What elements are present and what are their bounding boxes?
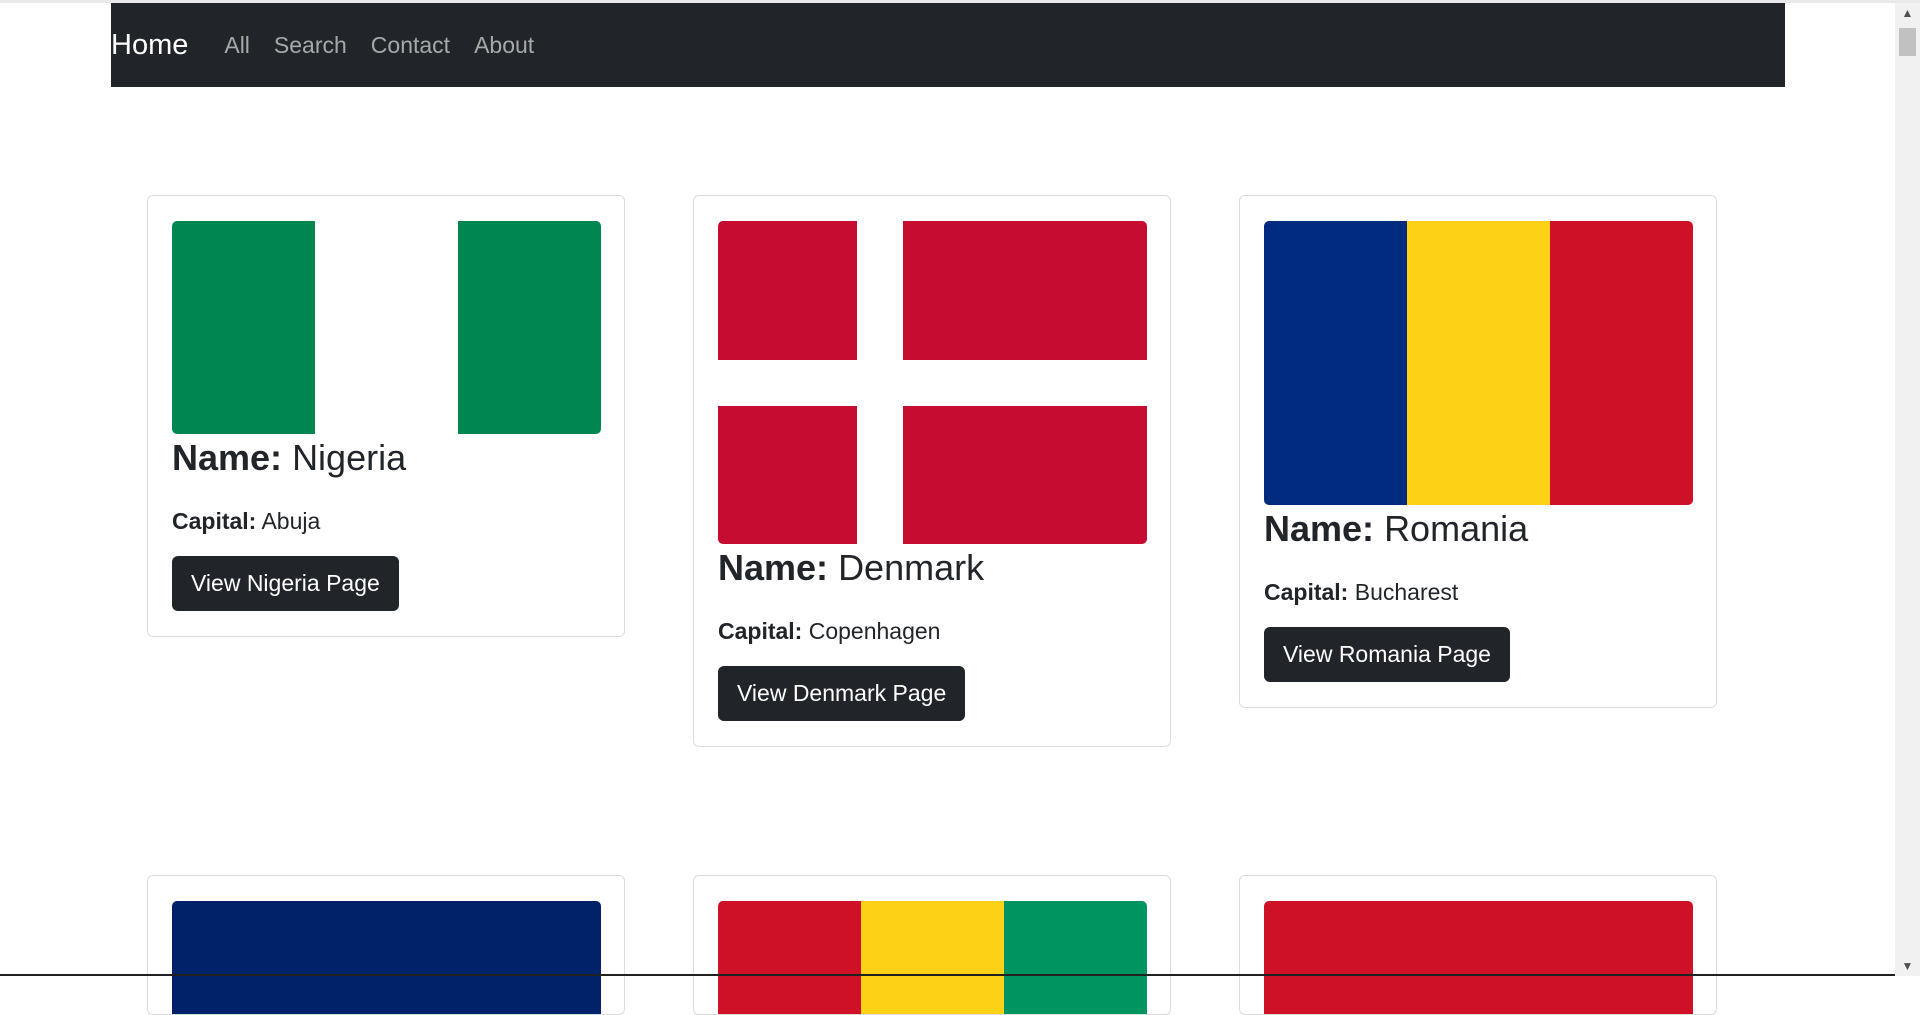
flag-cross-horizontal — [718, 360, 1147, 406]
flag-image — [1264, 901, 1693, 1014]
flag-stripe — [172, 221, 315, 434]
country-name-value: Nigeria — [292, 437, 407, 478]
scroll-up-arrow-icon[interactable]: ▲ — [1895, 3, 1920, 23]
name-label: Name: — [1264, 508, 1375, 549]
country-card-partial — [147, 875, 625, 1015]
denmark-flag-image — [718, 221, 1147, 544]
capital-label: Capital: — [1264, 579, 1349, 605]
flag-stripe — [1004, 901, 1147, 1014]
flag-stripe — [315, 221, 458, 434]
country-card-partial — [693, 875, 1171, 1015]
country-name-value: Denmark — [838, 547, 985, 588]
country-card-romania: Name: Romania Capital: Bucharest View Ro… — [1239, 195, 1717, 708]
country-capital-line: Capital: Copenhagen — [718, 616, 1146, 646]
country-card-denmark: Name: Denmark Capital: Copenhagen View D… — [693, 195, 1171, 747]
flag-stripe — [1264, 221, 1407, 505]
country-name-heading: Name: Nigeria — [172, 436, 600, 480]
name-label: Name: — [718, 547, 829, 588]
country-capital-line: Capital: Bucharest — [1264, 577, 1692, 607]
nav-link-search[interactable]: Search — [274, 32, 347, 59]
name-label: Name: — [172, 437, 283, 478]
capital-value: Copenhagen — [808, 618, 941, 644]
flag-stripe — [458, 221, 601, 434]
view-romania-page-button[interactable]: View Romania Page — [1264, 627, 1510, 682]
country-card-nigeria: Name: Nigeria Capital: Abuja View Nigeri… — [147, 195, 625, 637]
view-nigeria-page-button[interactable]: View Nigeria Page — [172, 556, 399, 611]
country-capital-line: Capital: Abuja — [172, 506, 600, 536]
capital-label: Capital: — [718, 618, 803, 644]
nav-link-contact[interactable]: Contact — [371, 32, 450, 59]
flag-stripe — [861, 901, 1004, 1014]
view-denmark-page-button[interactable]: View Denmark Page — [718, 666, 966, 721]
scrollbar-thumb[interactable] — [1899, 28, 1916, 56]
nigeria-flag-image — [172, 221, 601, 434]
vertical-scrollbar[interactable]: ▲ ▼ — [1895, 3, 1920, 976]
flag-stripe — [1407, 221, 1550, 505]
romania-flag-image — [1264, 221, 1693, 505]
flag-image — [718, 901, 1147, 1014]
country-name-heading: Name: Denmark — [718, 546, 1146, 590]
scroll-down-arrow-icon[interactable]: ▼ — [1895, 956, 1920, 976]
flag-stripe — [718, 901, 861, 1014]
country-name-heading: Name: Romania — [1264, 507, 1692, 551]
flag-stripe — [1550, 221, 1693, 505]
nav-link-about[interactable]: About — [474, 32, 534, 59]
nav-link-all[interactable]: All — [224, 32, 250, 59]
capital-label: Capital: — [172, 508, 257, 534]
capital-value: Abuja — [261, 508, 321, 534]
nav-brand-home[interactable]: Home — [111, 29, 188, 62]
country-card-partial — [1239, 875, 1717, 1015]
flag-image — [172, 901, 601, 1014]
navbar: Home All Search Contact About — [111, 3, 1785, 87]
country-name-value: Romania — [1384, 508, 1529, 549]
capital-value: Bucharest — [1354, 579, 1459, 605]
